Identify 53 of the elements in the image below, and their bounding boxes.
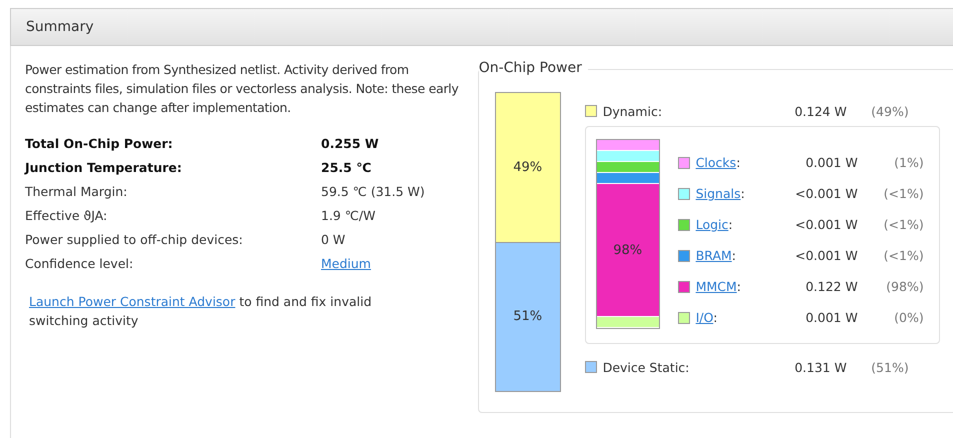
metric-value: 1.9 ℃/W <box>321 208 376 223</box>
metric-label: Effective ϑJA: <box>25 208 108 223</box>
colon-text: : <box>736 279 742 294</box>
percent-value: (<1%) <box>882 186 924 201</box>
percent-value: (0%) <box>893 310 924 325</box>
bar-segment <box>596 162 659 173</box>
section-title: Summary <box>26 19 94 35</box>
legend-label: Dynamic: <box>602 104 664 118</box>
group-title: On-Chip Power <box>478 60 588 76</box>
bar-label: 51% <box>513 309 542 324</box>
power-value: 0.124 W <box>794 104 847 118</box>
colon-text: : <box>740 186 745 201</box>
metric-label: Power supplied to off-chip devices: <box>25 232 244 247</box>
metric-label: Thermal Margin: <box>25 184 128 199</box>
power-value: <0.001 W <box>794 186 858 201</box>
bar-label: 49% <box>513 160 542 175</box>
metric-value: 0 W <box>321 232 346 247</box>
metric-value: 0.255 W <box>321 136 380 151</box>
colon-text: : <box>732 248 736 263</box>
metric-value: 59.5 ℃ (31.5 W) <box>321 184 426 199</box>
component-link[interactable]: Logic <box>696 217 728 232</box>
advisor-link[interactable]: Launch Power Constraint Advisor <box>29 294 236 309</box>
percent-value: (1%) <box>893 155 924 170</box>
component-link[interactable]: MMCM <box>696 279 737 294</box>
power-value: 0.001 W <box>804 155 858 170</box>
metric-link[interactable]: Medium <box>321 256 466 271</box>
colon-text: : <box>713 310 718 325</box>
component-link[interactable]: I/O <box>696 310 714 325</box>
percent-value: (<1%) <box>882 248 924 263</box>
metric-label: Junction Temperature: <box>25 160 183 175</box>
metric-label: Total On-Chip Power: <box>25 136 174 151</box>
description-text: Power estimation from Synthesized netlist. Activity derived from constraints files, simulation files or vectorless analysis. Note: these early estimates can change after implementation. <box>25 61 460 117</box>
power-value: <0.001 W <box>794 248 858 263</box>
metric-value: 25.5 ℃ <box>321 160 372 175</box>
power-value: 0.122 W <box>804 279 858 294</box>
bar-segment <box>596 140 659 151</box>
percent-value: (51%) <box>870 360 909 374</box>
percent-value: (98%) <box>885 279 924 294</box>
component-link[interactable]: Clocks <box>696 155 736 170</box>
power-value: 0.131 W <box>794 360 847 374</box>
colon-text: : <box>736 155 740 170</box>
percent-value: (<1%) <box>882 217 924 232</box>
bar-segment <box>596 151 659 162</box>
bar-label: 98% <box>613 242 642 258</box>
component-link[interactable]: Signals <box>696 186 741 201</box>
percent-value: (49%) <box>870 104 909 118</box>
power-value: <0.001 W <box>794 217 858 232</box>
advisor-text: Launch Power Constraint Advisor to find and fix invalid switching activity <box>29 293 373 330</box>
power-value: 0.001 W <box>804 310 858 325</box>
metric-label: Confidence level: <box>25 256 134 271</box>
legend-label: Device Static: <box>602 360 690 374</box>
colon-text: : <box>728 217 733 232</box>
component-link[interactable]: BRAM <box>696 248 732 263</box>
